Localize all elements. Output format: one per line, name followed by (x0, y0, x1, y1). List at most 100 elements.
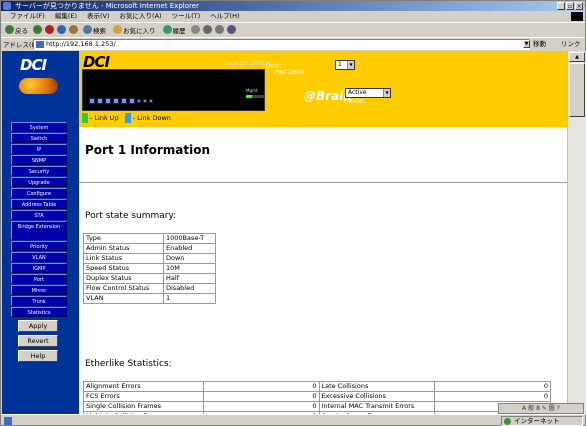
port-7[interactable] (137, 99, 141, 103)
summary-title: Port state summary: (85, 211, 177, 221)
maximize-button[interactable]: ▫ (566, 2, 574, 10)
edit-icon[interactable] (214, 25, 224, 34)
table-row: Alignment Errors 0 Late Collisions 0 (83, 381, 551, 392)
minimize-button[interactable]: _ (557, 2, 565, 10)
link-legend: - Link Up - Link Down (82, 113, 171, 123)
search-button[interactable]: 検索 (81, 25, 108, 35)
table-row: Speed Status 10M (83, 263, 216, 274)
stat-value: 0 (202, 401, 320, 412)
status-bar: インターネット (1, 414, 585, 426)
page-content: DCI System Switch IP SNMP Security Upgra… (2, 51, 586, 414)
back-button[interactable]: 戻る (3, 25, 30, 35)
internet-zone-icon (504, 418, 511, 425)
vertical-scrollbar[interactable]: ▲ (567, 51, 586, 414)
link-down-swatch (124, 113, 131, 123)
sidebar-item-statistics[interactable]: Statistics (11, 307, 67, 317)
scroll-thumb[interactable] (569, 63, 585, 117)
links-button[interactable]: リンク (561, 39, 581, 50)
page-title: Port 1 Information (85, 143, 211, 157)
refresh-icon[interactable] (57, 25, 66, 34)
sidebar-item-mirror[interactable]: Mirror (11, 285, 67, 295)
mgmt-led (246, 95, 264, 98)
sidebar-item-ip[interactable]: IP (11, 144, 67, 154)
favorites-icon (113, 25, 122, 34)
port-5[interactable] (121, 98, 127, 104)
sidebar-item-vlan[interactable]: VLAN (11, 252, 67, 262)
sidebar-item-trunk[interactable]: Trunk (11, 296, 67, 306)
mode-label: Mode: (344, 97, 366, 105)
state-value: 1 (163, 293, 216, 304)
sidebar-item-address-table[interactable]: Address Table (11, 199, 67, 209)
sidebar-item-configure[interactable]: Configure (11, 188, 67, 198)
chevron-down-icon: ▼ (383, 89, 390, 97)
sidebar: DCI System Switch IP SNMP Security Upgra… (2, 51, 79, 414)
menu-view[interactable]: 表示(V) (82, 11, 115, 22)
stat-label: Alignment Errors (83, 381, 204, 392)
menu-tools[interactable]: ツール(T) (167, 11, 206, 22)
table-row: FCS Errors 0 Excessive Collisions 0 (83, 391, 551, 402)
address-url: http://192.168.1.253/ (46, 40, 116, 48)
sidebar-item-snmp[interactable]: SNMP (11, 155, 67, 165)
search-icon (83, 25, 92, 34)
state-key: Type (83, 233, 164, 244)
unit-select[interactable]: 1 ▼ (335, 60, 355, 70)
mode-value: Active (348, 89, 367, 96)
stop-icon[interactable] (45, 25, 54, 34)
menu-help[interactable]: ヘルプ(H) (205, 11, 244, 22)
close-button[interactable]: × (575, 2, 583, 10)
stat-value: 0 (434, 391, 551, 402)
forward-arrow-icon[interactable] (33, 25, 42, 34)
messenger-icon[interactable] (226, 25, 236, 34)
sidebar-item-security[interactable]: Security (11, 166, 67, 176)
sidebar-item-port[interactable]: Port (11, 274, 67, 284)
port-3[interactable] (105, 98, 111, 104)
sidebar-item-system[interactable]: System (11, 122, 67, 132)
port-row (89, 98, 153, 104)
port-2[interactable] (97, 98, 103, 104)
port-9[interactable] (149, 99, 153, 103)
port-6[interactable] (129, 98, 135, 104)
address-dropdown-button[interactable]: ▼ (523, 40, 530, 48)
help-button[interactable]: Help (18, 350, 58, 362)
home-icon[interactable] (69, 25, 78, 34)
favorites-button[interactable]: お気に入り (111, 25, 158, 35)
main-panel: DCI Mgmt GIGA BIT SWITCH FMG-2267X Unit:… (79, 51, 567, 414)
sidebar-item-upgrade[interactable]: Upgrade (11, 177, 67, 187)
ie-icon (3, 2, 11, 10)
ime-toolbar[interactable]: A 般 8 ✎ 圖 ? (498, 403, 584, 414)
menu-edit[interactable]: 編集(E) (50, 11, 82, 22)
menu-file[interactable]: ファイル(F) (5, 11, 50, 22)
sidebar-item-sta[interactable]: STA (11, 210, 67, 220)
sidebar-item-igmp[interactable]: IGMP (11, 263, 67, 273)
window-controls: _ ▫ × (557, 2, 583, 10)
state-key: Admin Status (83, 243, 164, 254)
sidebar-item-bridge-extension[interactable]: Bridge Extension (11, 221, 67, 240)
revert-button[interactable]: Revert (18, 335, 58, 347)
menu-favorites[interactable]: お気に入り(A) (115, 11, 167, 22)
table-row: Single Collision Frames 0 Internal MAC Tra… (83, 401, 551, 412)
unit-value: 1 (338, 61, 342, 68)
address-input[interactable]: http://192.168.1.253/ (33, 39, 530, 50)
print-icon[interactable] (202, 25, 212, 34)
unit-label: Unit: (265, 62, 282, 70)
history-button[interactable]: 履歴 (161, 25, 188, 35)
state-value: Disabled (163, 283, 216, 294)
go-button[interactable]: 移動 (533, 39, 546, 50)
scroll-up-icon[interactable]: ▲ (569, 52, 585, 62)
toolbar: 戻る 検索 お気に入り 履歴 (1, 22, 585, 36)
mail-icon[interactable] (190, 25, 200, 34)
windows-logo-icon (571, 12, 583, 21)
port-4[interactable] (113, 98, 119, 104)
sidebar-item-switch[interactable]: Switch (11, 133, 67, 143)
switch-front-panel: Mgmt (82, 69, 265, 111)
sidebar-item-priority[interactable]: Priority (11, 241, 67, 251)
state-value: Enabled (163, 243, 216, 254)
port-8[interactable] (143, 99, 147, 103)
port-1[interactable] (89, 98, 95, 104)
security-zone: インターネット (501, 416, 583, 426)
apply-button[interactable]: Apply (18, 320, 58, 332)
mode-select[interactable]: Active ▼ (345, 88, 391, 98)
state-key: Flow Control Status (83, 283, 164, 294)
stat-label: Internal MAC Transmit Errors (318, 401, 436, 412)
state-key: VLAN (83, 293, 164, 304)
